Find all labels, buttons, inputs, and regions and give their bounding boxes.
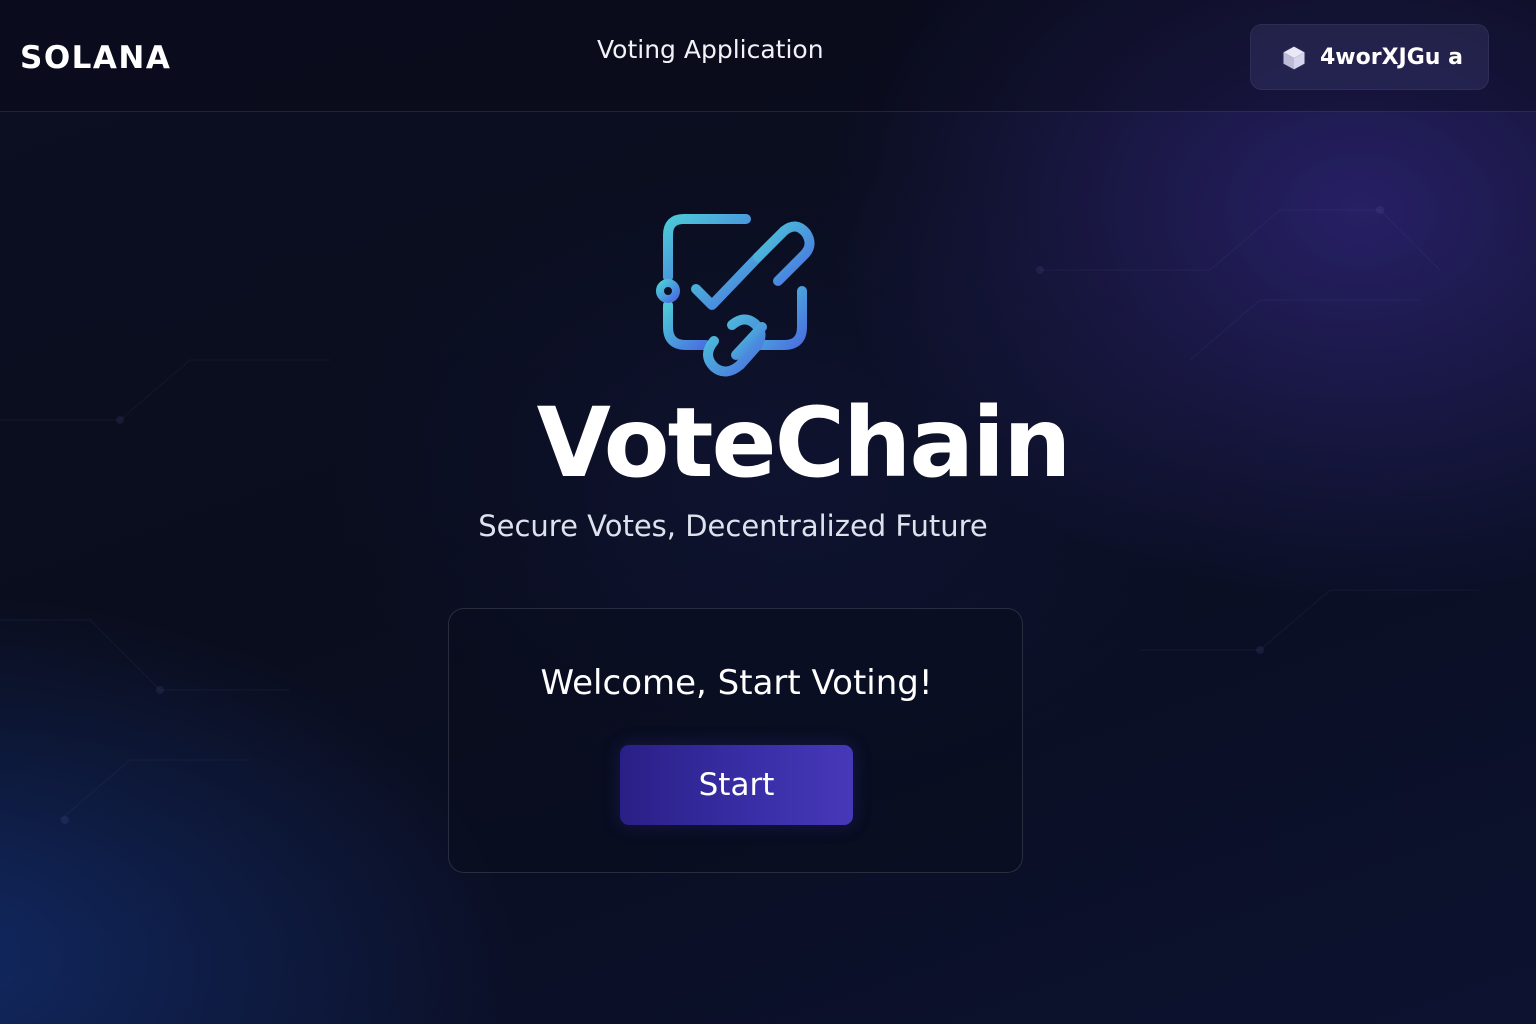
app-title: Voting Application xyxy=(597,35,824,64)
cube-icon xyxy=(1282,45,1306,71)
wallet-connect-button[interactable]: 4worXJGu a xyxy=(1250,24,1489,90)
hero-title: VoteChain xyxy=(536,387,1072,499)
top-navigation-bar: SOLANA Voting Application 4worXJGu a xyxy=(0,0,1536,112)
welcome-card: Welcome, Start Voting! Start xyxy=(448,608,1023,873)
wallet-address: 4worXJGu a xyxy=(1320,45,1463,70)
vote-chain-checkbox-icon xyxy=(656,214,815,377)
solana-logo[interactable]: SOLANA xyxy=(20,40,171,76)
welcome-heading: Welcome, Start Voting! xyxy=(540,663,933,703)
start-button[interactable]: Start xyxy=(620,745,853,825)
hero-subtitle: Secure Votes, Decentralized Future xyxy=(478,509,988,543)
